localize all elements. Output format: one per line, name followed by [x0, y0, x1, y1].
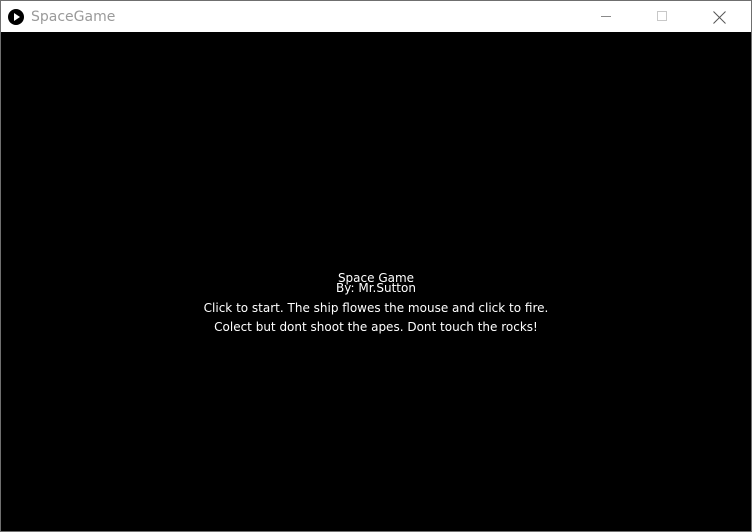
game-canvas[interactable]: Space Game By: Mr.Sutton Click to start.…	[1, 32, 751, 531]
app-window: SpaceGame Space Game By: Mr.Sutton Click…	[0, 0, 752, 532]
window-title: SpaceGame	[31, 9, 116, 25]
title-bar[interactable]: SpaceGame	[1, 1, 751, 32]
minimize-icon	[601, 16, 611, 17]
close-icon	[713, 10, 727, 24]
close-button[interactable]	[697, 1, 743, 32]
play-circle-icon	[8, 9, 24, 25]
maximize-button[interactable]	[639, 1, 685, 32]
game-author: By: Mr.Sutton	[336, 281, 416, 295]
instructions-line-2: Colect but dont shoot the apes. Dont tou…	[214, 320, 538, 334]
minimize-button[interactable]	[584, 1, 630, 32]
instructions-line-1: Click to start. The ship flowes the mous…	[203, 301, 549, 315]
maximize-icon	[657, 11, 667, 21]
